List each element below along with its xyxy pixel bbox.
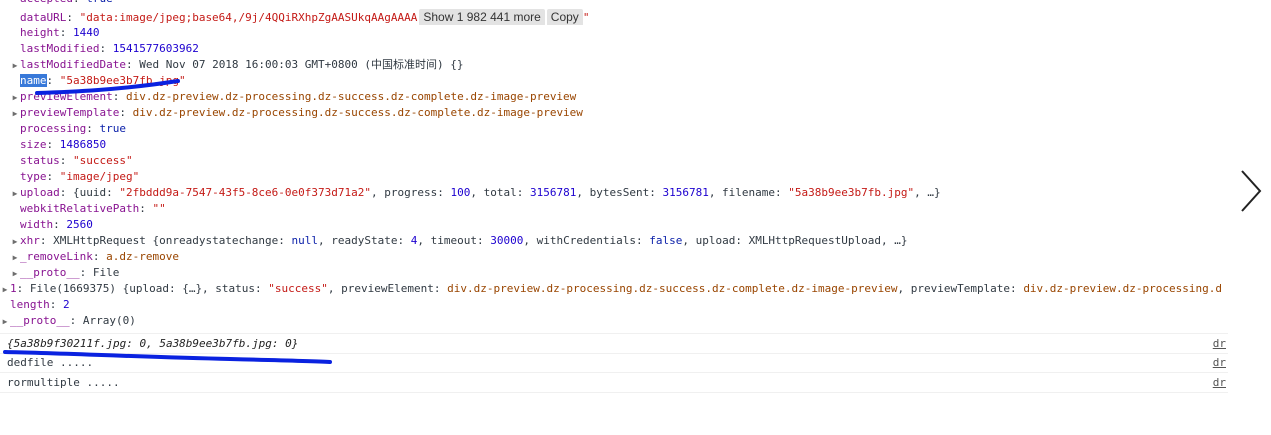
prop-width: width: 2560 xyxy=(20,218,93,231)
source-link[interactable]: dr xyxy=(1213,334,1226,353)
prop-processing: processing: true xyxy=(20,122,126,135)
expand-triangle-icon[interactable]: ▶ xyxy=(10,106,20,121)
array-item-1[interactable]: ▶ 1: File(1669375) {upload: {…}, status: … xyxy=(0,281,1228,297)
chevron-right-icon[interactable] xyxy=(1238,168,1264,214)
prop-proto-file[interactable]: ▶ __proto__: File xyxy=(0,265,1228,281)
prop-name: name: "5a38b9ee3b7fb.jpg" xyxy=(20,74,186,87)
prop-lastmodifieddate[interactable]: ▶ lastModifiedDate: Wed Nov 07 2018 16:00… xyxy=(0,57,1228,73)
prop-lastmodified: lastModified: 1541577603962 xyxy=(20,42,199,55)
expand-triangle-icon[interactable]: ▶ xyxy=(10,186,20,201)
prop-type: type: "image/jpeg" xyxy=(20,170,140,183)
expand-triangle-icon[interactable]: ▶ xyxy=(0,282,10,297)
prop-status: status: "success" xyxy=(20,154,133,167)
show-more-button[interactable]: Show 1 982 441 more xyxy=(419,9,545,25)
expand-triangle-icon[interactable]: ▶ xyxy=(10,58,20,73)
array-length: length: 2 xyxy=(10,298,70,311)
prop-webkitrelativepath: webkitRelativePath: "" xyxy=(20,202,166,215)
prop-removelink[interactable]: ▶ _removeLink: a.dz-remove xyxy=(0,249,1228,265)
source-link[interactable]: dr xyxy=(1213,373,1226,392)
prop-previewelement[interactable]: ▶ previewElement: div.dz-preview.dz-proce… xyxy=(0,89,1228,105)
expand-triangle-icon[interactable]: ▶ xyxy=(0,314,10,329)
prop-upload[interactable]: ▶ upload: {uuid: "2fbddd9a-7547-43f5-8ce6… xyxy=(0,185,1228,201)
expand-triangle-icon[interactable]: ▶ xyxy=(10,266,20,281)
prop-previewtemplate[interactable]: ▶ previewTemplate: div.dz-preview.dz-proc… xyxy=(0,105,1228,121)
console-message: dedfile ..... dr xyxy=(0,353,1228,373)
expand-triangle-icon[interactable]: ▶ xyxy=(10,234,20,249)
console-message: rormultiple ..... dr xyxy=(0,373,1228,393)
clipped-line: accepted: true xyxy=(0,0,1228,7)
expand-triangle-icon[interactable]: ▶ xyxy=(10,250,20,265)
array-proto[interactable]: ▶ __proto__: Array(0) xyxy=(0,313,1228,329)
prop-size: size: 1486850 xyxy=(20,138,107,151)
prop-height: height: 1440 xyxy=(20,26,100,39)
console-message: {5a38b9f30211f.jpg: 0, 5a38b9ee3b7fb.jpg… xyxy=(0,333,1228,354)
prop-dataurl: dataURL: "data:image/jpeg;base64,/9j/4QQ… xyxy=(20,9,590,25)
expand-triangle-icon[interactable]: ▶ xyxy=(10,90,20,105)
source-link[interactable]: dr xyxy=(1213,353,1226,372)
prop-xhr[interactable]: ▶ xhr: XMLHttpRequest {onreadystatechange… xyxy=(0,233,1228,249)
copy-button[interactable]: Copy xyxy=(546,9,583,25)
